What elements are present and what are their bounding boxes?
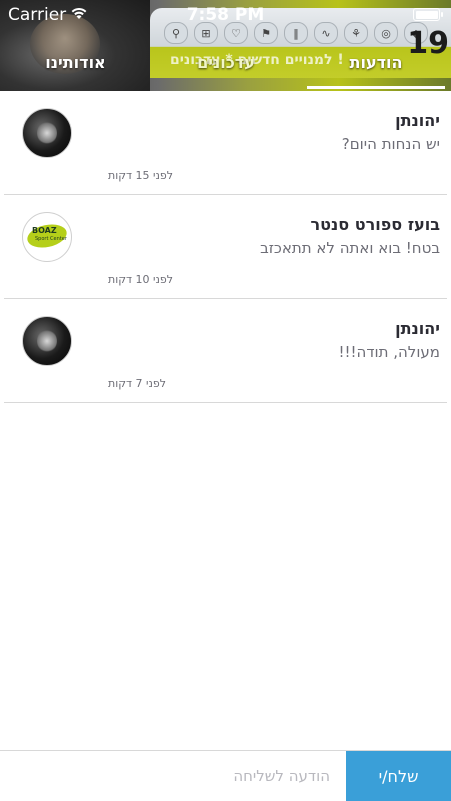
message-list: יהונתן יש הנחות היום? לפני 15 דקות בועז … — [0, 91, 451, 403]
message-sender: יהונתן — [395, 319, 440, 338]
message-row[interactable]: יהונתן יש הנחות היום? לפני 15 דקות — [4, 91, 447, 195]
avatar — [22, 316, 72, 366]
tab-updates-label: עדכונים — [197, 53, 255, 72]
message-time: לפני 7 דקות — [108, 377, 167, 390]
message-time: לפני 15 דקות — [108, 169, 174, 182]
message-sender: יהונתן — [395, 111, 440, 130]
battery-icon — [413, 8, 443, 21]
message-input[interactable] — [0, 751, 338, 801]
logo-name: BOAZ — [32, 226, 57, 235]
tab-messages[interactable]: הודעות — [301, 50, 451, 91]
tab-bar: הודעות עדכונים אודותינו — [0, 50, 451, 91]
message-text: בטח! בוא ואתה לא תתאכזב — [260, 239, 440, 257]
status-bar: Carrier 7:58 PM — [0, 0, 451, 30]
tab-about[interactable]: אודותינו — [0, 50, 151, 91]
clock: 7:58 PM — [186, 5, 265, 25]
send-button[interactable]: שלח/י — [346, 751, 451, 801]
message-sender: בועז ספורט סנטר — [310, 215, 440, 234]
message-time: לפני 10 דקות — [108, 273, 174, 286]
message-text: יש הנחות היום? — [341, 135, 440, 153]
message-text: מעולה, תודה!!! — [338, 343, 441, 361]
avatar-logo: BOAZ Sport Center — [22, 212, 72, 262]
compose-bar: שלח/י — [0, 750, 451, 801]
message-row[interactable]: יהונתן מעולה, תודה!!! לפני 7 דקות — [4, 299, 447, 403]
logo-subtitle: Sport Center — [35, 236, 67, 242]
tab-about-label: אודותינו — [45, 53, 106, 72]
avatar — [22, 108, 72, 158]
tab-messages-label: הודעות — [349, 53, 403, 72]
message-row[interactable]: בועז ספורט סנטר בטח! בוא ואתה לא תתאכזב … — [4, 195, 447, 299]
tab-updates[interactable]: עדכונים — [151, 50, 301, 91]
tab-active-indicator — [307, 86, 445, 89]
